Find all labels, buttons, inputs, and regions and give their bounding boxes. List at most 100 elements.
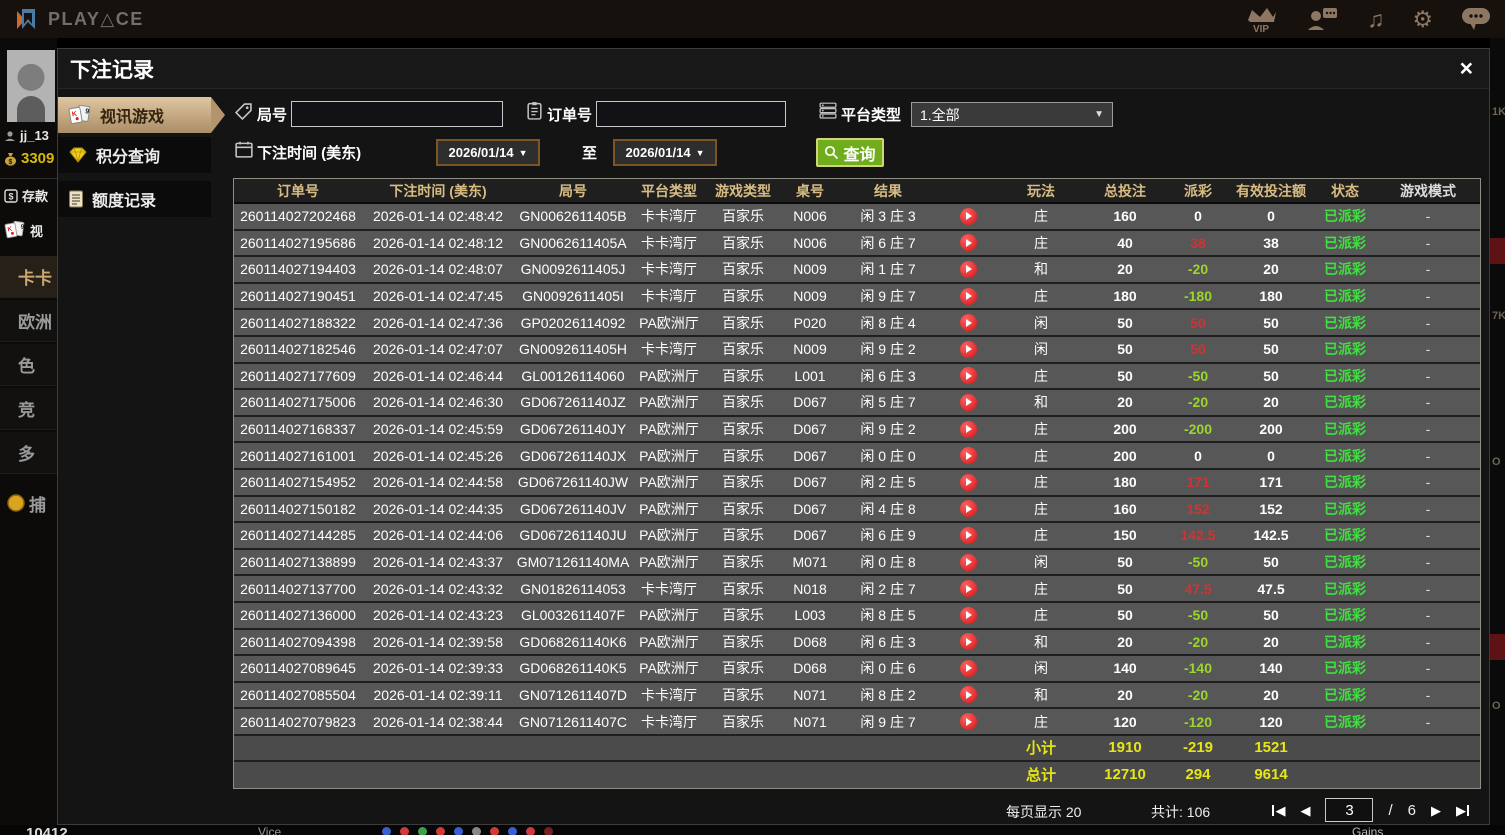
subtotal-valid: 1521 bbox=[1254, 739, 1288, 757]
cell-method: 庄 bbox=[1034, 580, 1048, 597]
first-page-button[interactable]: ◀ bbox=[1272, 804, 1285, 817]
vip-icon[interactable]: VIP bbox=[1243, 5, 1279, 33]
cell-status: 已派彩 bbox=[1324, 261, 1366, 278]
chat-bubble-icon[interactable] bbox=[1461, 7, 1491, 31]
cell-result: 闲 3 庄 3 bbox=[860, 208, 916, 225]
cell-table: N071 bbox=[793, 686, 827, 703]
cell-method: 庄 bbox=[1034, 208, 1048, 225]
cell-method: 庄 bbox=[1034, 713, 1048, 730]
order-number-input[interactable] bbox=[596, 101, 786, 127]
cell-status: 已派彩 bbox=[1324, 500, 1366, 517]
tab-video-games[interactable]: 9 K 视讯游戏 bbox=[58, 97, 225, 133]
cell-mode: - bbox=[1425, 367, 1431, 384]
table-row: 260114027085504 2026-01-14 02:39:11 GN07… bbox=[234, 682, 1480, 710]
cell-platform: PA欧洲厅 bbox=[639, 527, 699, 544]
cell-status: 已派彩 bbox=[1324, 527, 1366, 544]
search-button[interactable]: 查询 bbox=[816, 138, 884, 167]
replay-play-icon[interactable] bbox=[959, 526, 977, 544]
table-row: 260114027202468 2026-01-14 02:48:42 GN00… bbox=[234, 204, 1480, 231]
video-games-row[interactable]: 9 K 视 bbox=[4, 220, 43, 240]
cell-round: GD067261140JY bbox=[519, 421, 627, 438]
cell-order: 260114027194403 bbox=[240, 261, 356, 278]
replay-play-icon[interactable] bbox=[959, 659, 977, 677]
cell-game: 百家乐 bbox=[722, 713, 764, 730]
logo-text: PLAY△CE bbox=[48, 8, 144, 29]
cell-status: 已派彩 bbox=[1324, 554, 1366, 571]
cell-valid: 171 bbox=[1259, 474, 1283, 491]
deposit-row[interactable]: $ 存款 bbox=[4, 186, 48, 205]
next-page-button[interactable]: ▶ bbox=[1431, 804, 1441, 817]
cell-round: GD067261140JV bbox=[519, 500, 627, 517]
lobby-menu-item-3[interactable]: 竞 bbox=[0, 388, 57, 430]
chevron-down-icon: ▼ bbox=[695, 147, 705, 158]
replay-play-icon[interactable] bbox=[959, 420, 977, 438]
cell-valid: 50 bbox=[1263, 341, 1279, 358]
date-to-picker[interactable]: 2026/01/14 ▼ bbox=[613, 139, 717, 166]
cell-result: 闲 6 庄 9 bbox=[860, 527, 916, 544]
cell-platform: 卡卡湾厅 bbox=[641, 208, 697, 225]
replay-play-icon[interactable] bbox=[959, 500, 977, 518]
replay-play-icon[interactable] bbox=[959, 686, 977, 704]
cell-payout: -20 bbox=[1187, 394, 1209, 411]
cell-time: 2026-01-14 02:39:33 bbox=[373, 660, 503, 677]
top-bar: PLAY△CE VIP ♫ ⚙ bbox=[0, 0, 1505, 38]
replay-play-icon[interactable] bbox=[959, 367, 977, 385]
tab-quota-records[interactable]: 额度记录 bbox=[58, 181, 211, 217]
music-icon[interactable]: ♫ bbox=[1367, 7, 1384, 31]
platform-type-label: 平台类型 bbox=[841, 107, 902, 124]
replay-play-icon[interactable] bbox=[959, 553, 977, 571]
cell-order: 260114027190451 bbox=[240, 288, 356, 305]
replay-play-icon[interactable] bbox=[959, 260, 977, 278]
support-chat-icon[interactable] bbox=[1307, 6, 1339, 32]
replay-play-icon[interactable] bbox=[959, 340, 977, 358]
tab-points-query[interactable]: 积分查询 bbox=[58, 137, 211, 173]
replay-play-icon[interactable] bbox=[959, 633, 977, 651]
cell-status: 已派彩 bbox=[1324, 208, 1366, 225]
replay-play-icon[interactable] bbox=[959, 234, 977, 252]
table-row: 260114027175006 2026-01-14 02:46:30 GD06… bbox=[234, 390, 1480, 417]
replay-play-icon[interactable] bbox=[959, 393, 977, 411]
cell-platform: PA欧洲厅 bbox=[639, 367, 699, 384]
cell-round: GD067261140JX bbox=[519, 447, 627, 464]
svg-text:$: $ bbox=[8, 191, 13, 201]
lobby-menu-item-2[interactable]: 色 bbox=[0, 344, 57, 386]
table-row: 260114027194403 2026-01-14 02:48:07 GN00… bbox=[234, 257, 1480, 284]
cell-bet: 20 bbox=[1117, 261, 1133, 278]
cell-bet: 20 bbox=[1117, 686, 1133, 703]
cell-order: 260114027182546 bbox=[240, 341, 356, 358]
close-icon[interactable]: × bbox=[1460, 57, 1473, 80]
lobby-menu-item-fishing[interactable]: 捕 bbox=[0, 482, 57, 524]
cell-payout: -20 bbox=[1187, 261, 1209, 278]
cell-time: 2026-01-14 02:47:07 bbox=[373, 341, 503, 358]
replay-play-icon[interactable] bbox=[959, 287, 977, 305]
cell-platform: PA欧洲厅 bbox=[639, 314, 699, 331]
replay-play-icon[interactable] bbox=[959, 314, 977, 332]
page-title: 下注记录 bbox=[70, 58, 154, 82]
lobby-menu-item-4[interactable]: 多 bbox=[0, 432, 57, 474]
cell-payout: -50 bbox=[1187, 367, 1209, 384]
prev-page-button[interactable]: ◀ bbox=[1300, 804, 1310, 817]
search-icon bbox=[825, 145, 839, 160]
page-number-input[interactable]: 3 bbox=[1325, 798, 1374, 822]
replay-play-icon[interactable] bbox=[959, 207, 977, 225]
lobby-menu-item-0[interactable]: 卡卡 bbox=[0, 256, 57, 298]
header-platform: 平台类型 bbox=[641, 182, 697, 199]
calendar-icon bbox=[235, 141, 253, 158]
replay-play-icon[interactable] bbox=[959, 447, 977, 465]
replay-play-icon[interactable] bbox=[959, 473, 977, 491]
date-from-picker[interactable]: 2026/01/14 ▼ bbox=[436, 139, 540, 166]
header-round: 局号 bbox=[559, 182, 587, 199]
cell-valid: 152 bbox=[1259, 500, 1283, 517]
replay-play-icon[interactable] bbox=[959, 713, 977, 731]
replay-play-icon[interactable] bbox=[959, 580, 977, 598]
cell-bet: 160 bbox=[1113, 208, 1137, 225]
cell-valid: 200 bbox=[1259, 421, 1283, 438]
lobby-menu-item-1[interactable]: 欧洲 bbox=[0, 300, 57, 342]
replay-play-icon[interactable] bbox=[959, 606, 977, 624]
platform-type-select[interactable]: 1.全部 ▼ bbox=[911, 102, 1113, 127]
settings-gear-icon[interactable]: ⚙ bbox=[1412, 7, 1433, 31]
round-number-input[interactable] bbox=[291, 101, 503, 127]
cell-result: 闲 2 庄 7 bbox=[860, 580, 916, 597]
last-page-button[interactable]: ▶ bbox=[1456, 804, 1469, 817]
cell-mode: - bbox=[1425, 607, 1431, 624]
